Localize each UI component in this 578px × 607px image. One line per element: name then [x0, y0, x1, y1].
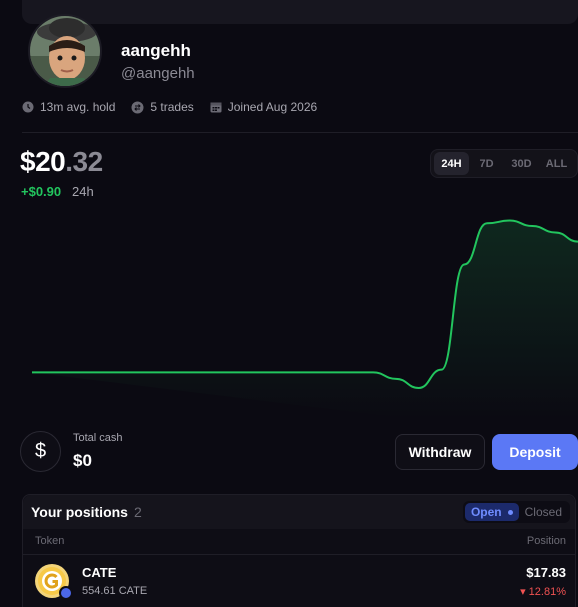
- balance-cents: .32: [65, 146, 103, 177]
- swap-icon: [131, 101, 144, 113]
- divider: [23, 554, 575, 555]
- range-tab-24h[interactable]: 24H: [434, 152, 469, 175]
- username: aangehh: [121, 41, 191, 60]
- range-tab-all[interactable]: ALL: [539, 152, 574, 175]
- positions-header: Your positions 2 Open Closed: [23, 495, 575, 529]
- toggle-closed[interactable]: Closed: [519, 503, 568, 521]
- active-dot-icon: [507, 509, 513, 515]
- positions-toggle: Open Closed: [462, 501, 570, 523]
- balance-whole: $20: [20, 146, 66, 177]
- stat-trades: 5 trades: [131, 100, 194, 114]
- clock-icon: [22, 101, 34, 113]
- stat-trades-label: 5 trades: [150, 100, 194, 114]
- token-amount: 554.61 CATE: [82, 585, 148, 597]
- stat-avg-hold: 13m avg. hold: [22, 100, 115, 114]
- calendar-icon: [210, 102, 222, 113]
- stat-avg-hold-label: 13m avg. hold: [40, 100, 116, 114]
- profile-stats: 13m avg. hold 5 trades Joined Aug 2026: [22, 100, 333, 114]
- range-tab-30d[interactable]: 30D: [504, 152, 539, 175]
- withdraw-button[interactable]: Withdraw: [395, 434, 485, 470]
- positions-panel: Your positions 2 Open Closed Token Posit…: [22, 494, 576, 607]
- toggle-open[interactable]: Open: [464, 503, 519, 521]
- chart-area: [32, 220, 578, 420]
- balance-chart: [32, 219, 578, 420]
- column-header-position: Position: [526, 535, 566, 547]
- stat-joined: Joined Aug 2026: [210, 100, 317, 114]
- divider: [22, 132, 578, 133]
- user-handle: @aangehh: [121, 65, 195, 82]
- positions-count: 2: [133, 504, 142, 520]
- toggle-open-label: Open: [470, 505, 502, 519]
- total-cash-label: Total cash: [73, 432, 123, 444]
- header-card: [22, 0, 578, 24]
- portfolio-balance: $20.32: [20, 146, 103, 178]
- positions-title: Your positions: [31, 504, 128, 520]
- balance-change-period: 24h: [72, 184, 94, 199]
- avatar: [28, 14, 102, 88]
- token-name: CATE: [82, 565, 117, 580]
- position-value: $17.83: [526, 565, 566, 580]
- range-tab-7d[interactable]: 7D: [469, 152, 504, 175]
- balance-change: +$0.90: [21, 184, 62, 199]
- verified-badge-icon: [59, 586, 73, 600]
- total-cash-value: $0: [73, 451, 92, 470]
- time-range-tabs: 24H 7D 30D ALL: [430, 149, 578, 178]
- dollar-icon: $: [20, 431, 61, 472]
- stat-joined-label: Joined Aug 2026: [227, 100, 318, 114]
- deposit-button[interactable]: Deposit: [492, 434, 578, 470]
- position-change: ▾ 12.81%: [520, 586, 566, 598]
- column-header-token: Token: [35, 535, 65, 547]
